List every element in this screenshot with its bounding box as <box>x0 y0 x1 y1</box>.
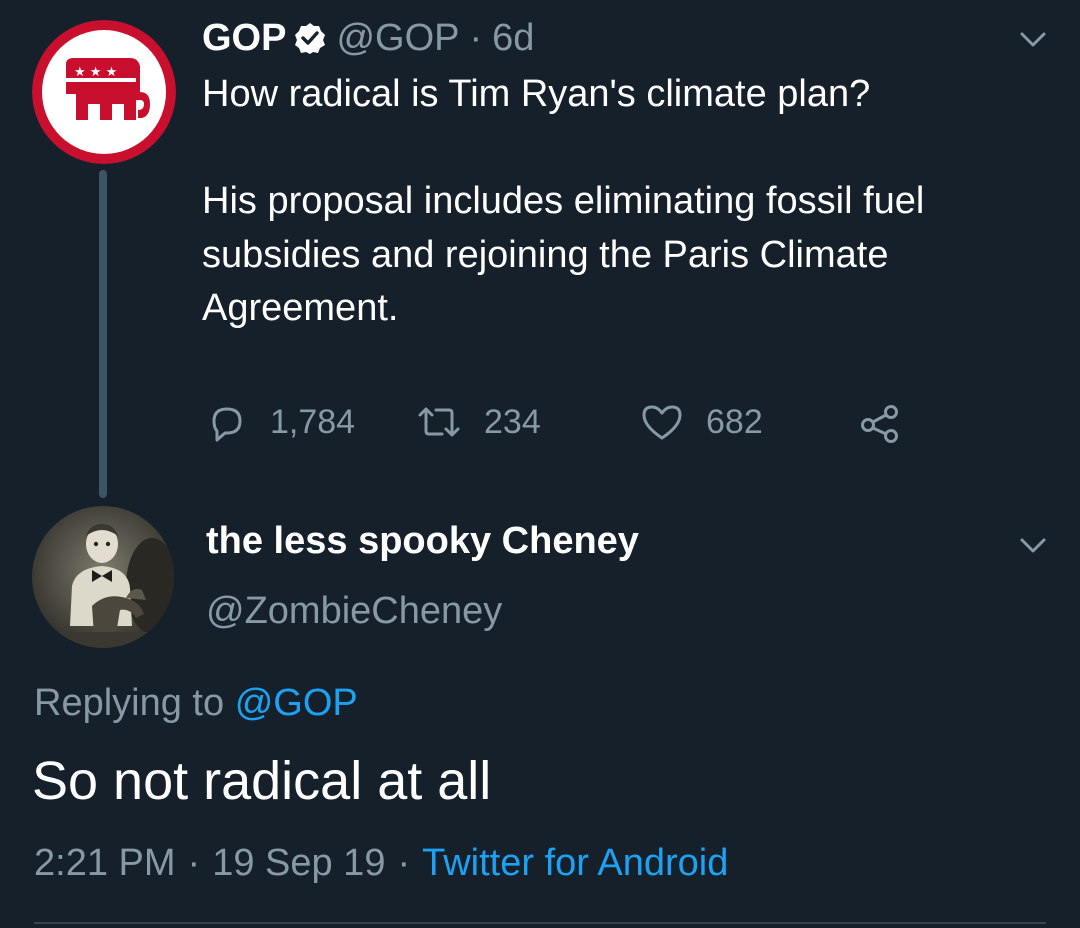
replying-to-line: Replying to @GOP <box>34 682 358 725</box>
tweet-source-link[interactable]: Twitter for Android <box>422 842 728 884</box>
replying-to-label: Replying to <box>34 682 225 724</box>
divider <box>34 922 1046 924</box>
parent-author-name[interactable]: GOP <box>202 17 286 60</box>
tweet-date[interactable]: 19 Sep 19 <box>212 842 385 884</box>
reply-tweet-text: So not radical at all <box>32 751 492 811</box>
reply-author-handle[interactable]: @ZombieCheney <box>206 590 502 633</box>
reply-icon <box>212 407 242 442</box>
tweet-action-bar: 1,784 234 682 <box>206 398 926 446</box>
retweet-icon <box>418 407 460 437</box>
meta-separator: · <box>187 842 201 884</box>
reply-button[interactable]: 1,784 <box>206 398 355 446</box>
like-count: 682 <box>706 402 763 441</box>
reply-author-name[interactable]: the less spooky Cheney <box>206 520 639 563</box>
heart-icon <box>642 405 682 440</box>
chevron-down-icon[interactable] <box>1016 528 1050 562</box>
parent-author-handle[interactable]: @GOP <box>336 17 459 60</box>
vintage-photo-avatar-icon <box>32 506 174 648</box>
tweet-meta-line: 2:21 PM · 19 Sep 19 · Twitter for Android <box>34 842 728 885</box>
gop-avatar[interactable]: ★ ★ ★ <box>32 20 176 164</box>
parent-tweet-header: GOP @GOP · 6d <box>202 16 534 60</box>
logo-stars: ★ ★ ★ <box>74 65 117 80</box>
share-icon <box>861 405 898 443</box>
chevron-down-icon[interactable] <box>1016 22 1050 56</box>
parent-tweet-time[interactable]: 6d <box>492 17 534 60</box>
parent-tweet-text: How radical is Tim Ryan's climate plan? … <box>202 68 1042 336</box>
gop-elephant-logo-icon: ★ ★ ★ <box>32 20 176 164</box>
tweet-time[interactable]: 2:21 PM <box>34 842 176 884</box>
replying-to-handle-link[interactable]: @GOP <box>235 682 358 724</box>
reply-count: 1,784 <box>270 402 356 441</box>
parent-tweet-paragraph: His proposal includes eliminating fossil… <box>202 180 925 329</box>
parent-tweet-paragraph: How radical is Tim Ryan's climate plan? <box>202 73 871 115</box>
tweet-detail-view: ★ ★ ★ GOP @GOP · 6d How radical is Tim R… <box>0 0 1080 928</box>
thread-connector-line <box>99 170 107 498</box>
header-separator: · <box>469 16 483 59</box>
vintage-photo-avatar[interactable] <box>32 506 174 648</box>
share-button[interactable] <box>858 398 924 446</box>
retweet-count: 234 <box>484 402 541 441</box>
meta-separator: · <box>397 842 411 884</box>
verified-badge-icon <box>294 22 326 54</box>
retweet-button[interactable]: 234 <box>416 398 541 446</box>
like-button[interactable]: 682 <box>640 398 763 446</box>
